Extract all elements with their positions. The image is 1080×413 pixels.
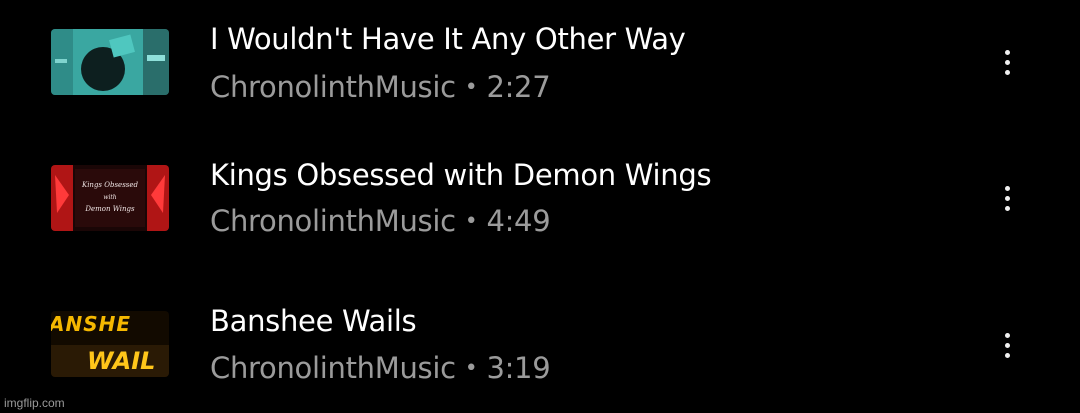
track-artist[interactable]: ChronolinthMusic — [210, 70, 456, 104]
separator-dot: • — [464, 356, 478, 381]
track-meta: ChronolinthMusic • 4:49 — [210, 204, 551, 238]
track-thumbnail[interactable] — [51, 29, 169, 95]
thumb-text-line: WAIL — [87, 347, 155, 375]
track-duration: 2:27 — [486, 70, 551, 104]
track-title[interactable]: Kings Obsessed with Demon Wings — [210, 158, 712, 192]
track-artist[interactable]: ChronolinthMusic — [210, 204, 456, 238]
track-duration: 4:49 — [486, 204, 551, 238]
track-meta: ChronolinthMusic • 2:27 — [210, 70, 551, 104]
track-thumbnail[interactable]: Kings Obsessed with Demon Wings — [51, 165, 169, 231]
track-row[interactable]: Kings Obsessed with Demon Wings Kings Ob… — [0, 140, 1080, 260]
more-options-icon[interactable] — [992, 42, 1022, 82]
teal-album-art-icon — [51, 29, 169, 95]
thumb-text-line: ANSHE — [51, 312, 131, 336]
track-artist[interactable]: ChronolinthMusic — [210, 351, 456, 385]
more-options-icon[interactable] — [992, 325, 1022, 365]
thumb-text-line: Kings Obsessed — [81, 181, 139, 189]
track-row[interactable]: I Wouldn't Have It Any Other Way Chronol… — [0, 0, 1080, 120]
watermark: imgflip.com — [4, 396, 65, 410]
red-demon-wings-art-icon: Kings Obsessed with Demon Wings — [51, 165, 169, 231]
thumb-text-line: Demon Wings — [84, 205, 135, 213]
track-thumbnail[interactable]: ANSHE WAIL — [51, 311, 169, 377]
track-row[interactable]: ANSHE WAIL Banshee Wails ChronolinthMusi… — [0, 285, 1080, 405]
track-title[interactable]: Banshee Wails — [210, 304, 417, 338]
thumb-text-line: with — [103, 194, 116, 201]
separator-dot: • — [464, 75, 478, 100]
banshee-wails-art-icon: ANSHE WAIL — [51, 311, 169, 377]
track-title[interactable]: I Wouldn't Have It Any Other Way — [210, 22, 686, 56]
track-duration: 3:19 — [486, 351, 551, 385]
track-meta: ChronolinthMusic • 3:19 — [210, 351, 551, 385]
more-options-icon[interactable] — [992, 178, 1022, 218]
separator-dot: • — [464, 209, 478, 234]
